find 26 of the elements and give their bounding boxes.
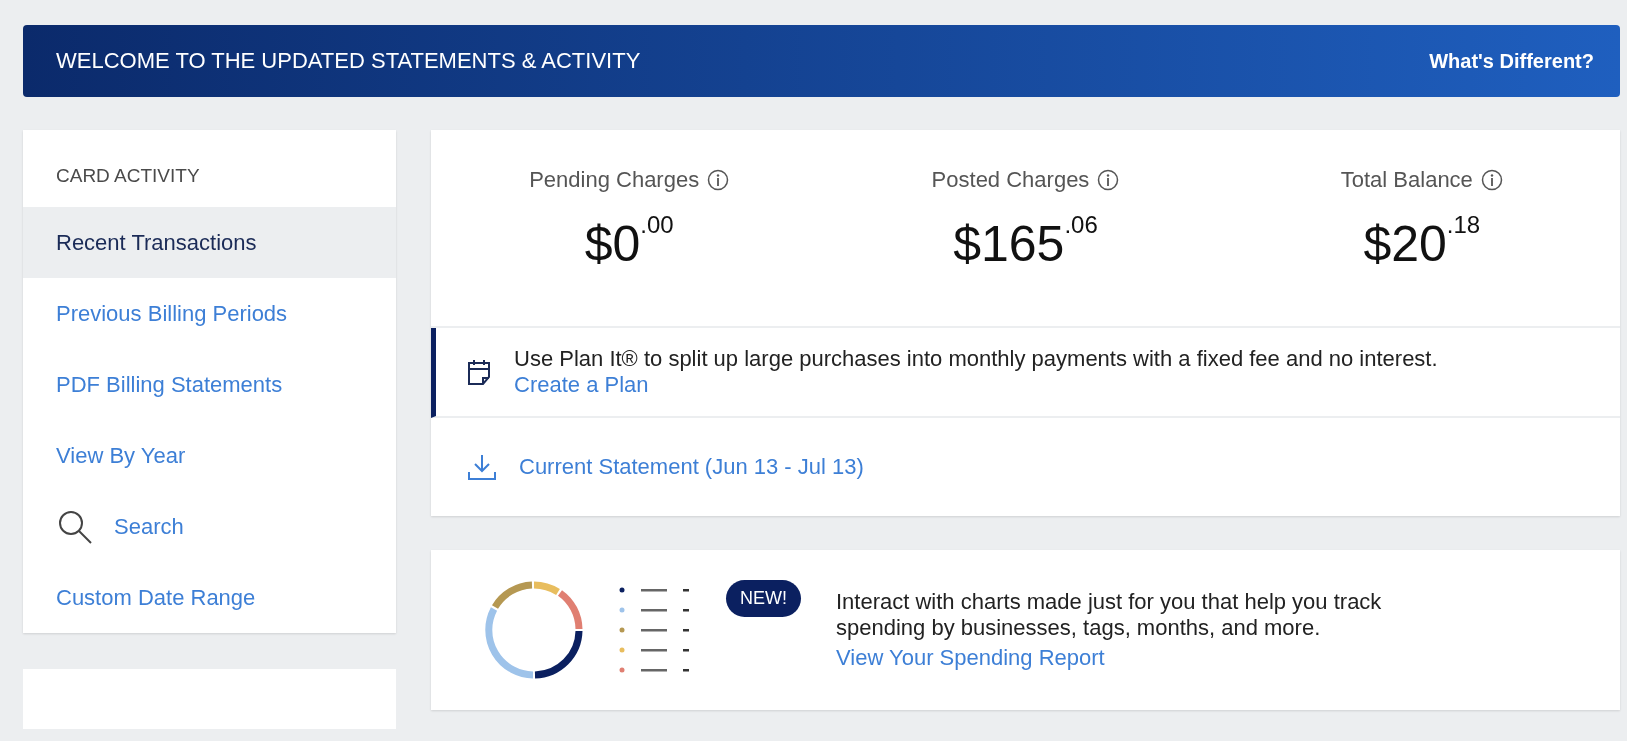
calendar-icon	[466, 358, 492, 386]
sidebar-heading: CARD ACTIVITY	[55, 164, 201, 188]
info-icon[interactable]	[1480, 169, 1503, 191]
sidebar-item[interactable]: Search	[23, 491, 396, 562]
summary-label: Pending Charges	[529, 167, 700, 193]
download-icon	[467, 453, 497, 481]
summary-amount: $0$^{.00}$	[584, 215, 674, 273]
sidebar-item[interactable]: PDF Billing Statements	[23, 349, 396, 420]
summary-amount: $165$^{.06}$	[953, 215, 1098, 273]
info-icon[interactable]	[707, 169, 730, 191]
create-plan-link[interactable]: Create a Plan	[514, 372, 649, 397]
plan-description: Use Plan It® to split up large purchases into monthly payments with a fixed fee and no interest.	[514, 346, 1438, 371]
summary-label: Total Balance	[1340, 167, 1473, 193]
sidebar-item[interactable]: Recent Transactions	[23, 207, 396, 278]
spending-report-link[interactable]: View Your Spending Report	[836, 645, 1476, 671]
promo-description: Interact with charts made just for you that help you track spending by businesses, tags, months, and more.	[836, 589, 1383, 641]
summary-amount: $20$^{.18}$	[1363, 215, 1481, 273]
new-badge: NEW!	[726, 580, 801, 617]
sidebar-item[interactable]: View By Year	[23, 420, 396, 491]
whats-different-link[interactable]: What's Different?	[1429, 49, 1594, 73]
current-statement-link[interactable]: Current Statement (Jun 13 - Jul 13)	[519, 454, 864, 480]
banner-title: WELCOME TO THE UPDATED STATEMENTS & ACTIVITY	[56, 48, 641, 74]
sidebar-item[interactable]: Previous Billing Periods	[23, 278, 396, 349]
sidebar-item[interactable]: Custom Date Range	[23, 562, 396, 633]
info-icon[interactable]	[1097, 169, 1120, 191]
summary-label: Posted Charges	[931, 167, 1090, 193]
